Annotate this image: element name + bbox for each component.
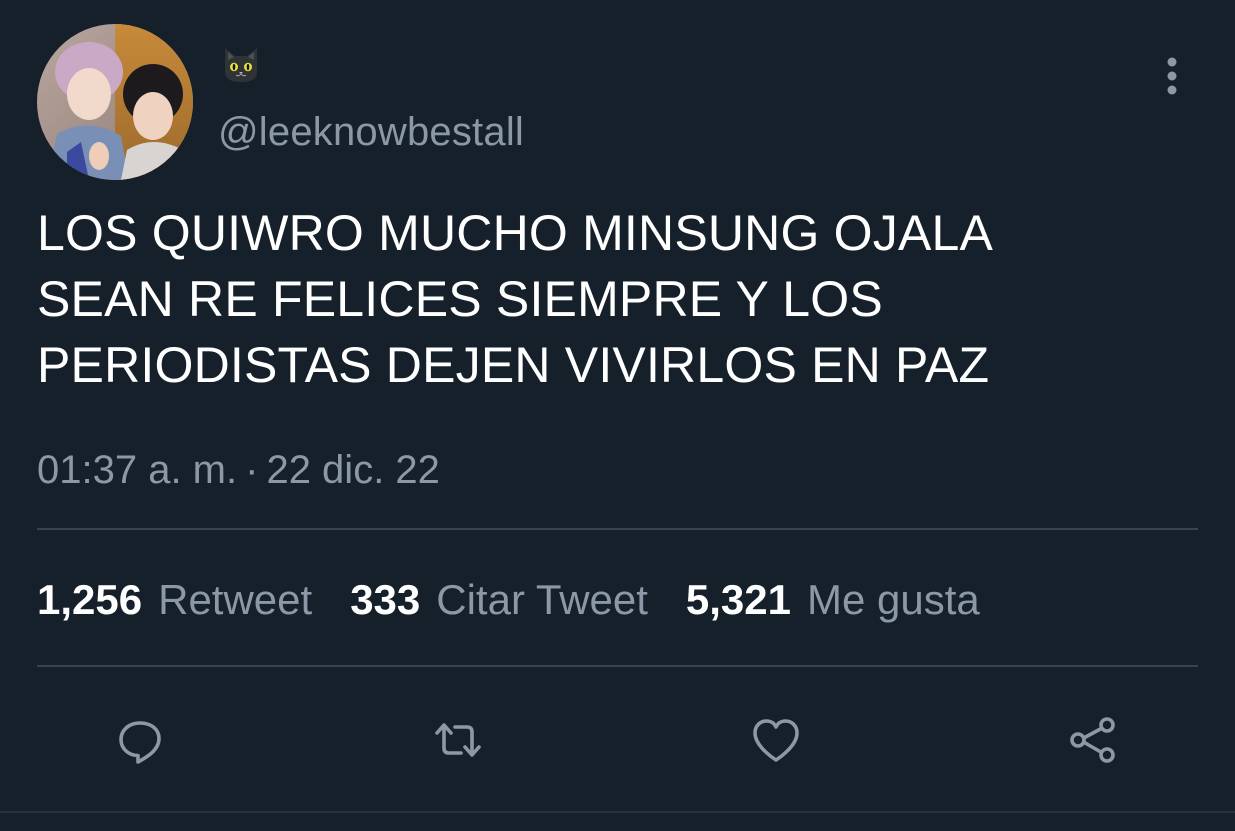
retweets-count: 1,256 [37,576,143,623]
retweet-icon [435,723,481,757]
avatar-photo [37,24,193,180]
tweet-stats: 1,256 Retweet 333 Citar Tweet 5,321 Me g… [37,575,1018,625]
quotes-label: Citar Tweet [436,576,648,623]
like-icon [753,719,799,762]
quotes-stat[interactable]: 333 Citar Tweet [350,575,648,625]
likes-label: Me gusta [807,576,980,623]
retweet-button[interactable] [423,705,493,775]
tweet-time: 01:37 a. m. [37,448,238,492]
retweets-label: Retweet [158,576,313,623]
display-name[interactable] [219,40,263,88]
vertical-dots-icon [1167,57,1177,95]
reply-icon [119,721,161,764]
tweet-detail: @leeknowbestall LOS QUIWRO MUCHO MINSUNG… [0,0,1235,831]
bottom-divider [0,811,1235,813]
tweet-date: 22 dic. 22 [266,448,440,492]
share-icon [1070,717,1115,763]
more-options-button[interactable] [1152,54,1192,98]
tweet-action-bar [0,705,1235,775]
tweet-text: LOS QUIWRO MUCHO MINSUNG OJALA SEAN RE F… [37,205,994,393]
retweets-stat[interactable]: 1,256 Retweet [37,575,312,625]
like-button[interactable] [741,705,811,775]
quotes-count: 333 [350,576,421,623]
share-button[interactable] [1058,705,1128,775]
likes-stat[interactable]: 5,321 Me gusta [686,575,980,625]
reply-button[interactable] [105,705,175,775]
black-cat-icon [219,42,263,86]
meta-separator: · [245,448,259,492]
divider [37,665,1198,667]
likes-count: 5,321 [685,576,792,623]
tweet-timestamp[interactable]: 01:37 a. m. · 22 dic. 22 [37,446,440,494]
avatar[interactable] [37,24,193,180]
user-handle[interactable]: @leeknowbestall [218,108,524,156]
divider [37,528,1198,530]
